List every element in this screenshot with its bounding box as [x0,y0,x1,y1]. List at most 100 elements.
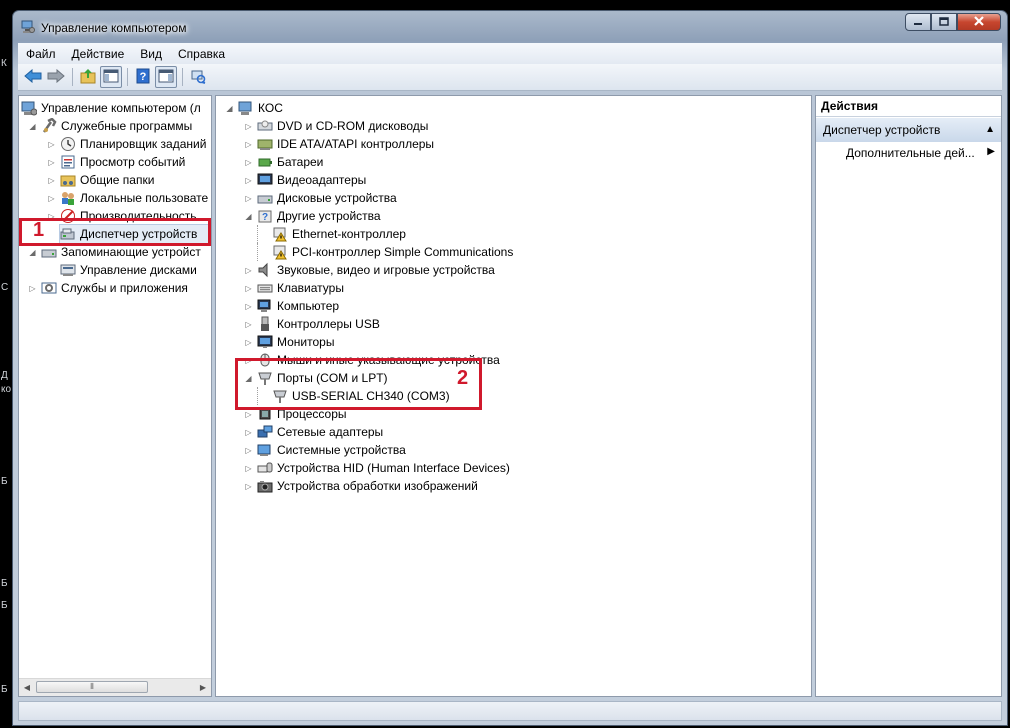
device-label: DVD и CD-ROM дисководы [277,119,429,133]
scroll-thumb[interactable]: ⦀ [36,681,148,693]
show-hide-console-tree-button[interactable] [100,66,122,88]
submenu-arrow-icon[interactable]: ▶ [987,146,995,157]
toolbar-separator [127,68,128,86]
tree-item-services-apps[interactable]: ▷ Службы и приложения [27,279,188,297]
device-tree-root-label: КОС [258,101,283,115]
tree-item-label: Управление компьютером (л [41,101,201,115]
device-label: Мониторы [277,335,335,349]
console-tree-pane[interactable]: Управление компьютером (л ◢ Служебные пр… [18,95,212,697]
scan-hardware-button[interactable] [187,66,209,88]
device-label: Дисковые устройства [277,191,397,205]
device-category[interactable]: ▷ Видеоадаптеры [243,171,366,189]
forward-arrow-icon [47,68,65,86]
device-category[interactable]: ▷ Дисковые устройства [243,189,397,207]
show-hide-action-pane-button[interactable] [155,66,177,88]
toolbar-separator [182,68,183,86]
help-button[interactable]: ? [132,66,154,88]
device-category[interactable]: ▷ Сетевые адаптеры [243,423,383,441]
title-bar[interactable]: Управление компьютером [13,11,1007,41]
collapsed-arrow-icon[interactable]: ▷ [46,176,57,185]
tree-item-label: Службы и приложения [61,281,188,295]
actions-section-label: Диспетчер устройств [823,123,941,137]
collapsed-arrow-icon[interactable]: ▷ [243,482,254,491]
device-category[interactable]: ▷ Батареи [243,153,323,171]
forward-button[interactable] [45,66,67,88]
collapsed-arrow-icon[interactable]: ▷ [46,140,57,149]
show-hide-action-pane-icon [158,69,174,86]
collapsed-arrow-icon[interactable]: ▷ [243,158,254,167]
collapsed-arrow-icon[interactable]: ▷ [243,446,254,455]
device-label: Устройства HID (Human Interface Devices) [277,461,510,475]
device-label: Другие устройства [277,209,381,223]
collapsed-arrow-icon[interactable]: ▷ [243,428,254,437]
collapsed-arrow-icon[interactable]: ▷ [243,464,254,473]
device-category[interactable]: ▷ Компьютер [243,297,339,315]
device-category[interactable]: ▷ DVD и CD-ROM дисководы [243,117,428,135]
tree-item-task-scheduler[interactable]: ▷ Планировщик заданий [46,135,206,153]
menu-view[interactable]: Вид [132,47,170,61]
collapsed-arrow-icon[interactable]: ▷ [243,302,254,311]
storage-icon [41,244,57,260]
collapsed-arrow-icon[interactable]: ▷ [243,140,254,149]
device-tree-root[interactable]: ◢ КОС [224,99,283,117]
services-icon [41,280,57,296]
device-category[interactable]: ▷ Устройства HID (Human Interface Devices… [243,459,510,477]
collapsed-arrow-icon[interactable]: ▷ [243,122,254,131]
minimize-button[interactable] [905,13,931,31]
tree-connector [257,225,272,243]
actions-pane: Действия Диспетчер устройств ▲ Дополните… [815,95,1002,697]
tree-item-shared-folders[interactable]: ▷ Общие папки [46,171,154,189]
device-category[interactable]: ▷ Системные устройства [243,441,405,459]
bg-fragment: Б [1,684,8,695]
tree-item-event-viewer[interactable]: ▷ Просмотр событий [46,153,185,171]
menu-file[interactable]: Файл [18,47,64,61]
sound-icon [257,262,273,278]
bg-fragment: ко [1,384,12,395]
device-category[interactable]: ▷ Клавиатуры [243,279,344,297]
tree-item-system-tools[interactable]: ◢ Служебные программы [27,117,192,135]
close-button[interactable] [957,13,1001,31]
device-category[interactable]: ▷ IDE ATA/ATAPI контроллеры [243,135,434,153]
device-category[interactable]: ▷ Звуковые, видео и игровые устройства [243,261,495,279]
device-item[interactable]: PCI-контроллер Simple Communications [257,243,513,261]
collapsed-arrow-icon[interactable]: ▷ [243,266,254,275]
device-category[interactable]: ▷ Устройства обработки изображений [243,477,477,495]
more-actions-link[interactable]: Дополнительные дей... [846,146,975,160]
device-item[interactable]: Ethernet-контроллер [257,225,406,243]
expanded-arrow-icon[interactable]: ◢ [27,248,38,257]
collapsed-arrow-icon[interactable]: ▷ [243,410,254,419]
collapsed-arrow-icon[interactable]: ▷ [243,338,254,347]
collapsed-arrow-icon[interactable]: ▷ [46,158,57,167]
device-category[interactable]: ▷ Мониторы [243,333,334,351]
usb-icon [257,316,273,332]
up-button[interactable] [77,66,99,88]
collapsed-arrow-icon[interactable]: ▷ [27,284,38,293]
network-adapter-icon [257,424,273,440]
tree-item-computer-management[interactable]: Управление компьютером (л [21,99,201,117]
scroll-left-button[interactable]: ◀ [19,679,35,696]
collapsed-arrow-icon[interactable]: ▷ [243,176,254,185]
refresh-icon [190,68,206,87]
expanded-arrow-icon[interactable]: ◢ [27,122,38,131]
expanded-arrow-icon[interactable]: ◢ [243,212,254,221]
collapsed-arrow-icon[interactable]: ▷ [46,194,57,203]
users-icon [60,190,76,206]
collapsed-arrow-icon[interactable]: ▷ [243,284,254,293]
scroll-right-button[interactable]: ▶ [195,679,211,696]
menu-action[interactable]: Действие [64,47,133,61]
back-button[interactable] [22,66,44,88]
maximize-button[interactable] [931,13,957,31]
collapse-up-icon[interactable]: ▲ [985,118,995,142]
highlight-box-2 [235,358,482,410]
horizontal-scrollbar[interactable]: ◀ ⦀ ▶ [19,678,211,696]
tree-item-local-users[interactable]: ▷ Локальные пользовате [46,189,208,207]
device-category[interactable]: ◢? Другие устройства [243,207,381,225]
menu-help[interactable]: Справка [170,47,233,61]
collapsed-arrow-icon[interactable]: ▷ [243,194,254,203]
device-label: IDE ATA/ATAPI контроллеры [277,137,435,151]
device-category[interactable]: ▷ Контроллеры USB [243,315,380,333]
tree-item-disk-management[interactable]: Управление дисками [60,261,197,279]
back-arrow-icon [24,68,42,86]
collapsed-arrow-icon[interactable]: ▷ [243,320,254,329]
actions-section-device-manager[interactable]: Диспетчер устройств ▲ [816,118,1001,142]
